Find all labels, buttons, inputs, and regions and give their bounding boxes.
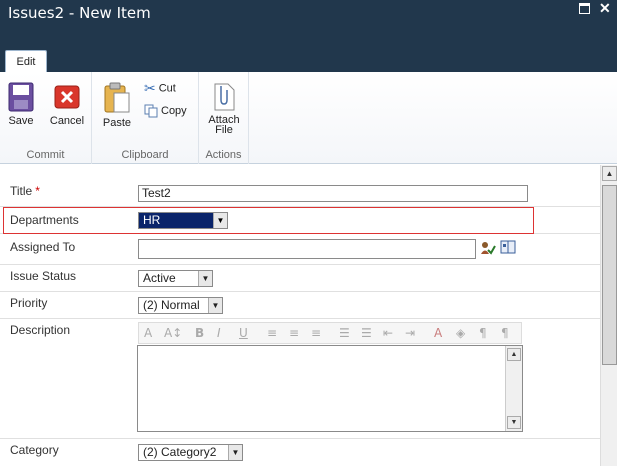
underline-icon[interactable]: U [239,326,248,340]
paste-icon [104,82,130,113]
cut-button[interactable]: ✂ Cut [144,80,176,97]
save-button[interactable]: Save [4,82,38,127]
tab-edit[interactable]: Edit [5,50,47,73]
highlight-color-icon[interactable]: ◈ [456,326,465,340]
group-actions: Attach File Actions [199,72,249,164]
cut-label: Cut [158,82,176,95]
cancel-button[interactable]: Cancel [46,82,88,127]
row-category: Category [0,439,600,466]
address-book-icon[interactable] [500,240,516,254]
title-input[interactable]: Test2 [138,185,528,202]
issue-status-value: Active [143,271,176,285]
priority-select[interactable]: (2) Normal ▼ [138,297,223,314]
row-priority: Priority [0,292,600,319]
assigned-to-input[interactable] [138,239,476,259]
assigned-to-label: Assigned To [10,240,76,254]
rich-text-toolbar: A A↕ B I U ≡ ≡ ≡ ☰ ☰ ⇤ ⇥ A ◈ ¶ ¶ [138,322,522,344]
copy-button[interactable]: Copy [144,104,187,118]
group-commit: Save Cancel Commit [0,72,92,164]
category-value: (2) Category2 [143,445,217,459]
departments-highlight-box [3,207,534,234]
scroll-up-icon[interactable]: ▲ [602,166,617,181]
title-label: Title * [10,184,40,198]
clipboard-group-label: Clipboard [121,149,169,161]
font-icon[interactable]: A [144,326,152,340]
attach-label-line2: File [215,124,233,136]
chevron-down-icon: ▼ [198,271,212,286]
commit-group-label: Commit [26,149,65,161]
font-size-icon[interactable]: A↕ [164,326,182,340]
scissors-icon: ✂ [144,80,156,96]
italic-icon[interactable]: I [217,326,221,340]
required-marker: * [35,184,40,198]
save-icon [8,82,34,112]
close-icon[interactable]: ✕ [599,1,611,15]
decrease-indent-icon[interactable]: ⇤ [383,326,393,340]
scroll-up-icon[interactable]: ▲ [507,348,521,361]
window-title: Issues2 - New Item [8,4,151,22]
paste-button[interactable]: Paste [98,82,136,129]
cancel-icon [54,85,80,109]
priority-value: (2) Normal [143,298,200,312]
ltr-icon[interactable]: ¶ [479,326,487,340]
issue-status-label: Issue Status [10,269,77,283]
row-issue-status: Issue Status [0,265,600,292]
cancel-label: Cancel [49,115,85,127]
category-select[interactable]: (2) Category2 ▼ [138,444,243,461]
rtl-icon[interactable]: ¶ [501,326,509,340]
align-right-icon[interactable]: ≡ [311,326,321,340]
copy-icon [144,104,158,118]
save-label: Save [8,115,34,127]
scroll-down-icon[interactable]: ▼ [507,416,521,429]
chevron-down-icon: ▼ [208,298,222,313]
issue-status-select[interactable]: Active ▼ [138,270,213,287]
priority-label: Priority [10,296,48,310]
attach-file-icon [214,83,235,111]
chevron-down-icon: ▼ [228,445,242,460]
bold-icon[interactable]: B [195,326,204,340]
ribbon: Save Cancel Commit Paste ✂ Cut Copy Clip… [0,72,617,164]
increase-indent-icon[interactable]: ⇥ [405,326,415,340]
paste-label: Paste [102,117,132,129]
check-names-icon[interactable] [480,240,496,256]
copy-label: Copy [161,104,187,117]
text-color-icon[interactable]: A [434,326,442,340]
editor-scrollbar[interactable]: ▲ ▼ [505,346,522,431]
align-left-icon[interactable]: ≡ [267,326,277,340]
attach-file-button[interactable]: Attach File [203,82,245,136]
numbered-list-icon[interactable]: ☰ [339,326,350,340]
category-label: Category [10,443,59,457]
description-label: Description [10,323,71,337]
maximize-icon[interactable] [579,3,590,14]
align-center-icon[interactable]: ≡ [289,326,299,340]
page-scrollbar[interactable]: ▲ [600,165,617,466]
bulleted-list-icon[interactable]: ☰ [361,326,372,340]
actions-group-label: Actions [205,149,242,161]
window-titlebar: Issues2 - New Item ✕ [0,0,617,72]
description-editor[interactable]: ▲ ▼ [137,345,523,432]
scroll-thumb[interactable] [602,185,617,365]
group-clipboard: Paste ✂ Cut Copy Clipboard [92,72,199,164]
